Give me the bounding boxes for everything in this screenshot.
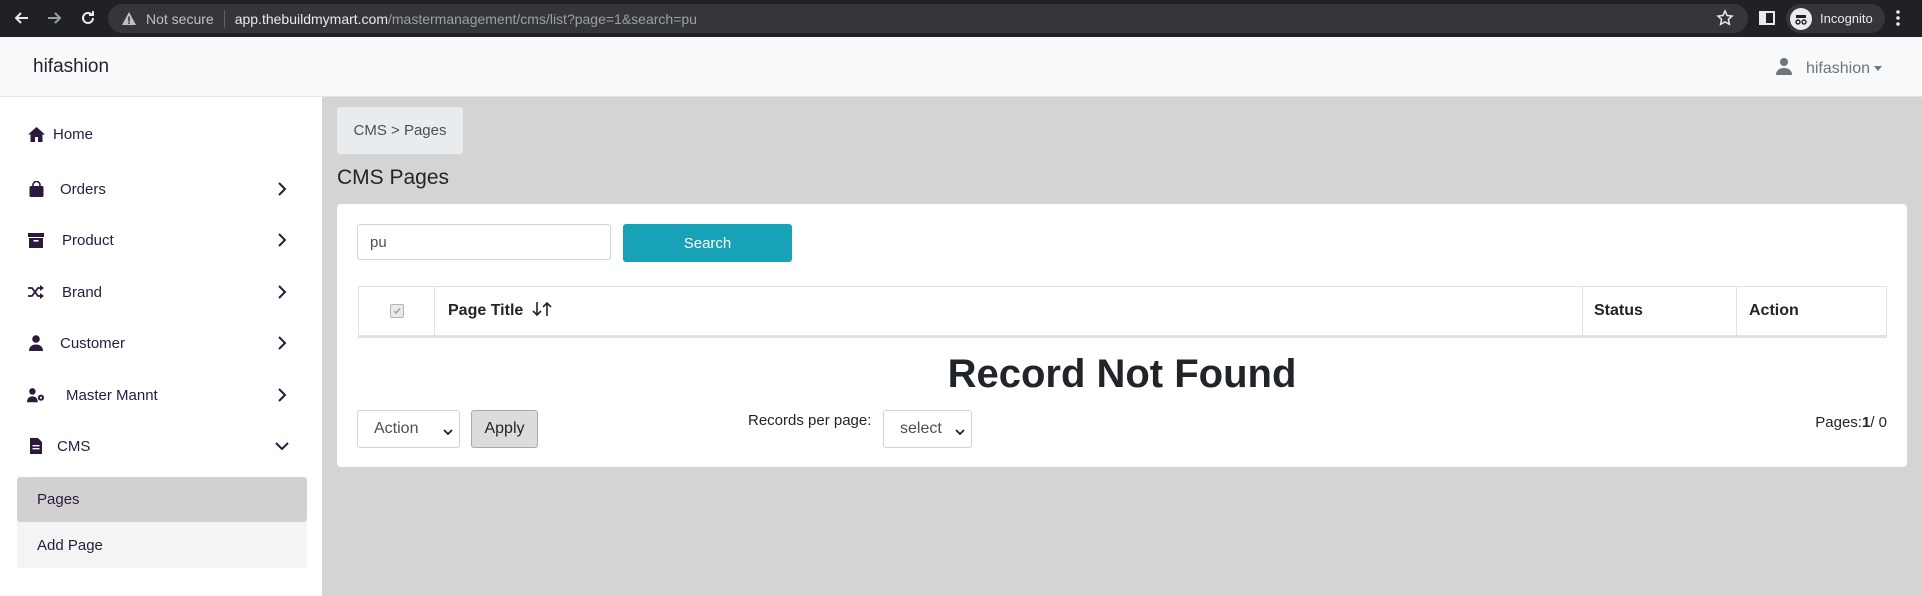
- apply-button[interactable]: Apply: [471, 410, 538, 448]
- warning-icon: [120, 10, 138, 28]
- column-header-action: Action: [1749, 302, 1799, 319]
- browser-toolbar: Not secure app.thebuildmymart.com /maste…: [0, 0, 1922, 37]
- records-per-page-label: Records per page:: [748, 412, 872, 429]
- chevron-right-icon: [274, 387, 290, 403]
- select-all-checkbox[interactable]: [389, 304, 404, 318]
- caret-down-icon: [1874, 66, 1882, 71]
- shuffle-icon: [27, 283, 45, 301]
- search-button[interactable]: Search: [623, 224, 792, 262]
- brand-name[interactable]: hifashion: [33, 56, 109, 78]
- sort-icon[interactable]: [531, 301, 553, 322]
- user-icon: [27, 334, 45, 352]
- sidebar-subitem-label: Add Page: [37, 536, 103, 554]
- security-label: Not secure: [146, 10, 214, 27]
- records-per-page-select[interactable]: select: [883, 410, 972, 448]
- bulk-action-value: Action: [374, 420, 419, 437]
- sidebar-item-label: Master Mannt: [66, 386, 158, 404]
- side-panel-icon[interactable]: [1758, 9, 1776, 32]
- column-header-page-title[interactable]: Page Title: [435, 287, 1583, 335]
- profile-label: Incognito: [1820, 11, 1873, 26]
- empty-state-message: Record Not Found: [947, 352, 1297, 396]
- sidebar-item-product[interactable]: Product: [0, 220, 322, 260]
- column-header-status: Status: [1583, 287, 1737, 335]
- chevron-down-icon: [955, 424, 965, 442]
- sidebar-item-orders[interactable]: Orders: [0, 169, 322, 209]
- incognito-badge[interactable]: Incognito: [1786, 4, 1885, 33]
- breadcrumb: CMS > Pages: [337, 107, 463, 154]
- sidebar-subitem-label: Pages: [37, 491, 80, 508]
- sidebar-item-cms[interactable]: CMS: [0, 426, 322, 466]
- sidebar-item-label: Customer: [60, 334, 126, 352]
- home-icon: [27, 125, 45, 143]
- chevron-right-icon: [274, 335, 290, 351]
- file-icon: [27, 437, 45, 455]
- bookmark-star-icon[interactable]: [1716, 9, 1734, 30]
- bulk-action-select[interactable]: Action: [357, 410, 460, 448]
- user-gear-icon: [27, 386, 45, 404]
- pagination-suffix: / 0: [1870, 414, 1887, 431]
- pages-table-header: Page Title Status Action: [358, 286, 1887, 336]
- sidebar-item-customer[interactable]: Customer: [0, 323, 322, 363]
- sidebar-item-label: Orders: [60, 180, 106, 198]
- user-icon: [1775, 57, 1792, 80]
- reload-icon[interactable]: [76, 6, 100, 30]
- sidebar-item-label: Home: [53, 125, 94, 143]
- sidebar-item-label: Brand: [62, 283, 103, 301]
- address-bar[interactable]: Not secure app.thebuildmymart.com /maste…: [108, 4, 1748, 33]
- sidebar-subitem-pages[interactable]: Pages: [17, 477, 307, 522]
- sidebar-item-master-mannt[interactable]: Master Mannt: [0, 375, 322, 415]
- sidebar-subitem-add-page[interactable]: Add Page: [17, 522, 307, 568]
- search-input[interactable]: [357, 224, 611, 260]
- url-host: app.thebuildmymart.com: [234, 10, 388, 27]
- page-title: CMS Pages: [337, 166, 450, 189]
- pagination-prefix: Pages:: [1815, 414, 1862, 431]
- archive-icon: [27, 231, 45, 249]
- forward-arrow-icon[interactable]: [42, 6, 66, 30]
- more-menu-icon[interactable]: [1895, 9, 1901, 32]
- sidebar-item-label: CMS: [57, 437, 91, 455]
- chevron-right-icon: [274, 181, 290, 197]
- sidebar-item-brand[interactable]: Brand: [0, 272, 322, 312]
- select-all-cell: [359, 287, 435, 335]
- column-header-label: Page Title: [448, 302, 524, 319]
- table-divider: [358, 336, 1887, 338]
- sidebar: Home Orders Product Brand Customer Maste…: [0, 97, 322, 596]
- sidebar-item-home[interactable]: Home: [0, 114, 322, 154]
- chevron-down-icon: [274, 438, 290, 454]
- sidebar-item-label: Product: [62, 231, 114, 249]
- back-arrow-icon[interactable]: [10, 6, 34, 30]
- address-divider: [223, 9, 225, 28]
- records-per-page-value: select: [900, 420, 942, 437]
- incognito-icon: [1790, 7, 1812, 30]
- url-path: /mastermanagement/cms/list?page=1&search…: [388, 10, 697, 27]
- shopping-bag-icon: [27, 180, 45, 198]
- chevron-right-icon: [274, 232, 290, 248]
- content-card: Search Page Title Status Action Record N…: [337, 204, 1907, 467]
- chevron-right-icon: [274, 284, 290, 300]
- user-menu[interactable]: hifashion: [1775, 57, 1882, 80]
- user-name: hifashion: [1805, 59, 1870, 77]
- app-header: hifashion hifashion: [0, 37, 1922, 97]
- pagination-info: Pages:1/ 0: [1815, 414, 1887, 431]
- chevron-down-icon: [443, 424, 453, 442]
